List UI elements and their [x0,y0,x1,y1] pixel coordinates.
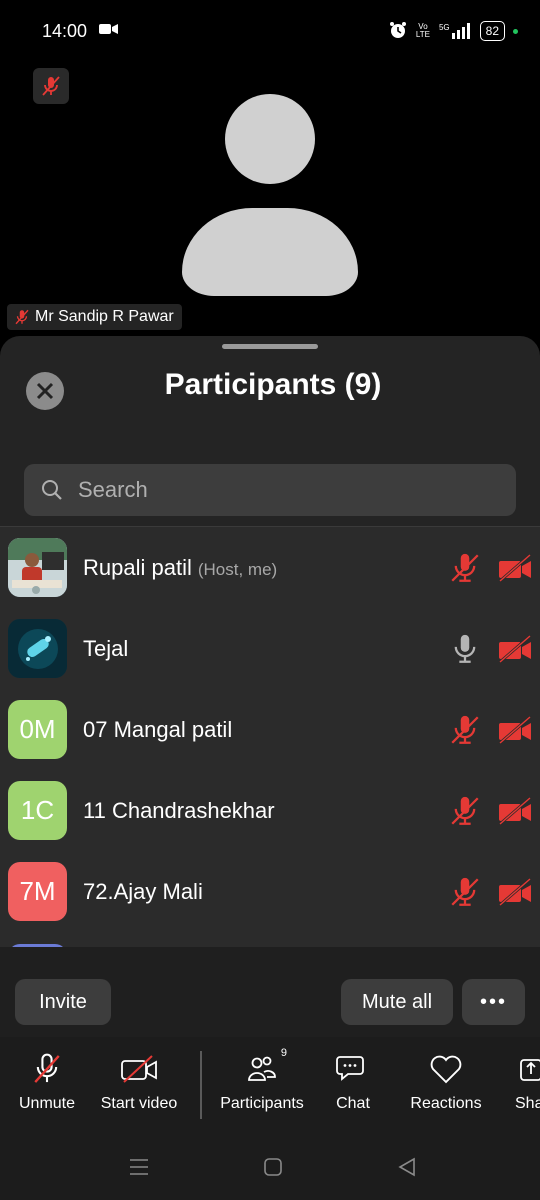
mic-muted-badge [33,68,69,104]
participant-row[interactable]: 0M 07 Mangal patil [0,689,540,770]
speaker-name-tag: Mr Sandip R Pawar [7,304,182,330]
participant-name: Rupali patil (Host, me) [83,555,277,581]
mic-off-icon[interactable] [447,550,483,586]
share-icon [515,1049,540,1089]
participant-role: (Host, me) [197,559,278,579]
network-label: 5G [438,23,450,32]
speaker-name: Mr Sandip R Pawar [35,308,174,325]
status-bar: 14:00 Vo LTE 5G 82 [0,0,540,62]
toolbar-separator [200,1051,202,1119]
volte-label: Vo LTE [415,22,430,39]
battery-indicator: 82 [479,21,505,41]
participants-count-badge: 9 [280,1047,287,1059]
panel-footer: Invite Mute all ••• [0,947,540,1037]
mic-icon[interactable] [447,631,483,667]
video-recording-icon [99,22,119,41]
default-avatar-body [182,208,358,296]
video-off-icon[interactable] [496,550,534,586]
status-icons: Vo LTE 5G 82 [389,21,518,42]
video-off-icon [120,1049,158,1089]
video-off-icon[interactable] [496,631,534,667]
avatar: 1C [8,781,67,840]
participant-row[interactable] [0,932,540,947]
search-input[interactable]: Search [24,464,516,516]
participant-name-text: Rupali patil [83,554,192,580]
heart-icon [428,1049,464,1089]
system-nav-bar [0,1134,540,1200]
home-button[interactable] [262,1154,284,1180]
video-off-icon[interactable] [496,712,534,748]
video-off-icon[interactable] [496,793,534,829]
more-options-button[interactable]: ••• [462,979,525,1025]
chat-icon [336,1049,370,1089]
participant-name: 11 Chandrashekhar [83,798,275,824]
drag-handle[interactable] [222,344,318,349]
participants-panel: Participants (9) Search Rupali patil (Hos… [0,336,540,1136]
participant-name: 72.Ajay Mali [83,879,203,905]
share-label: Sha [515,1095,540,1112]
meeting-toolbar: Unmute Start video 9 Participants Chat R… [0,1037,540,1134]
status-time: 14:00 [42,20,88,41]
chat-button[interactable]: Chat [332,1049,374,1129]
start-video-button[interactable]: Start video [97,1049,181,1129]
participant-name-text: 07 Mangal patil [83,716,233,742]
participant-row[interactable]: Tejal [0,608,540,689]
reactions-button[interactable]: Reactions [407,1049,485,1129]
participant-name: Tejal [83,636,128,662]
participant-row[interactable]: 1C 11 Chandrashekhar [0,770,540,851]
participants-icon: 9 [247,1047,287,1089]
mic-off-icon[interactable] [447,874,483,910]
default-avatar-head [225,94,315,184]
panel-title: Participants (9) [164,368,382,401]
recent-apps-button[interactable] [128,1154,150,1180]
avatar: 0M [8,700,67,759]
invite-button[interactable]: Invite [15,979,111,1025]
unmute-button[interactable]: Unmute [16,1049,78,1129]
start-video-label: Start video [100,1095,178,1112]
active-video-area: Mr Sandip R Pawar [0,62,540,342]
participant-name: 07 Mangal patil [83,717,232,743]
search-icon [42,480,62,500]
chat-label: Chat [336,1095,370,1112]
video-off-icon[interactable] [496,874,534,910]
avatar [8,538,67,597]
participant-list[interactable]: Rupali patil (Host, me) Tejal 0M 07 Mang… [0,527,540,947]
avatar: 7M [8,862,67,921]
privacy-dot [513,28,518,34]
participants-button[interactable]: 9 Participants [217,1047,307,1129]
mic-off-icon[interactable] [447,712,483,748]
participant-row[interactable]: 7M 72.Ajay Mali [0,851,540,932]
alarm-icon [389,21,407,42]
participants-label: Participants [220,1095,304,1112]
participant-row[interactable]: Rupali patil (Host, me) [0,527,540,608]
share-button[interactable]: Sha [515,1049,540,1129]
unmute-label: Unmute [18,1095,76,1112]
search-placeholder: Search [78,477,148,502]
signal-icon: 5G [439,23,472,39]
mic-off-icon[interactable] [447,793,483,829]
home-icon [264,1158,282,1176]
participant-name-text: 11 Chandrashekhar [83,797,275,823]
avatar [8,619,67,678]
reactions-label: Reactions [410,1095,482,1112]
participant-name-text: 72.Ajay Mali [83,878,203,904]
participant-name-text: Tejal [83,635,129,661]
mic-off-icon [15,309,29,325]
mic-off-icon [31,1049,63,1089]
mic-off-icon [42,76,60,96]
back-icon [398,1157,415,1177]
menu-icon [130,1159,148,1175]
back-button[interactable] [396,1154,418,1180]
mute-all-button[interactable]: Mute all [341,979,453,1025]
